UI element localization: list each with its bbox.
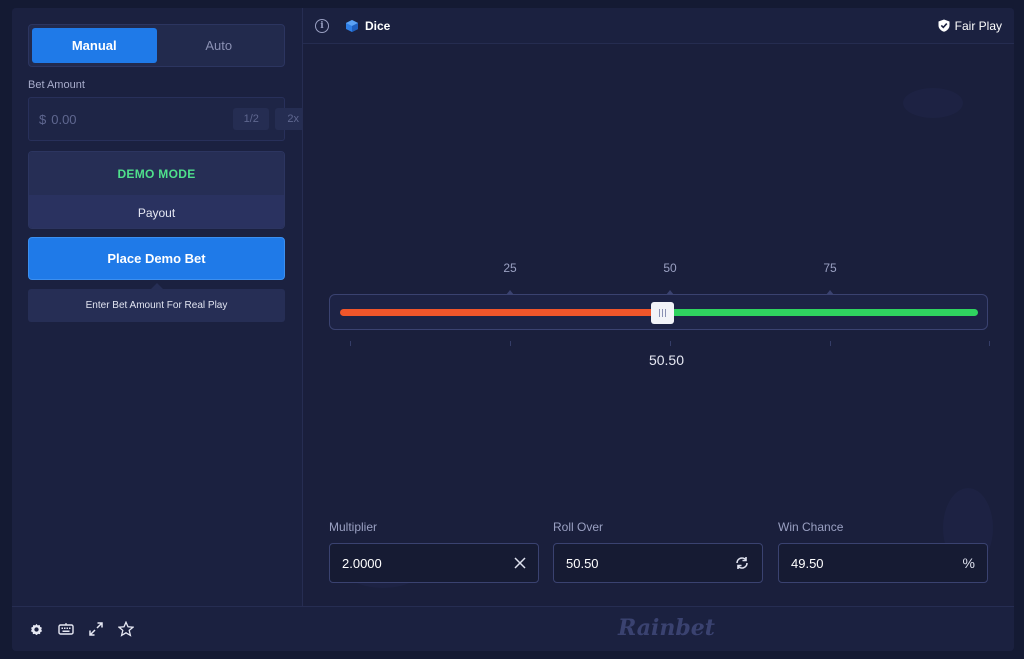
bet-amount-box: $ 1/2 2x — [28, 97, 312, 141]
roll-slider[interactable] — [329, 294, 988, 330]
game-area: i Dice Fair Play 25 50 75 50.50 Multipli… — [303, 8, 1014, 606]
shield-check-icon — [938, 19, 950, 32]
keyboard-icon[interactable] — [58, 621, 74, 637]
fair-play-button[interactable]: Fair Play — [938, 19, 1002, 33]
game-topbar: i Dice Fair Play — [303, 8, 1014, 44]
slider-tick-labels: 25 50 75 — [303, 261, 1014, 281]
background-decoration — [903, 88, 963, 118]
tick-label-50: 50 — [663, 261, 677, 275]
win-chance-input[interactable] — [791, 555, 963, 571]
star-icon[interactable] — [118, 621, 134, 637]
tab-auto[interactable]: Auto — [157, 28, 282, 63]
fair-play-label: Fair Play — [954, 18, 1002, 33]
clear-icon[interactable] — [514, 557, 526, 569]
payout-label: Payout — [29, 195, 284, 228]
demo-mode-label: DEMO MODE — [29, 152, 284, 195]
game-title: Dice — [365, 18, 391, 33]
dice-game-app: Manual Auto Bet Amount $ 1/2 2x DEMO MOD… — [12, 8, 1014, 651]
bet-amount-input[interactable] — [51, 111, 228, 127]
slider-handle[interactable] — [651, 302, 675, 324]
slider-lose-track — [340, 309, 663, 316]
win-chance-field: % — [778, 543, 988, 583]
refresh-icon[interactable] — [734, 555, 750, 571]
tab-manual[interactable]: Manual — [32, 28, 157, 63]
multiplier-label: Multiplier — [329, 520, 378, 534]
settings-icon[interactable] — [28, 621, 44, 637]
game-fields: Multiplier Roll Over — [329, 520, 988, 590]
currency-symbol: $ — [39, 111, 47, 127]
place-demo-bet-button[interactable]: Place Demo Bet — [28, 237, 285, 280]
bet-amount-label: Bet Amount — [28, 79, 85, 91]
win-chance-label: Win Chance — [778, 520, 844, 534]
slider-win-track — [662, 309, 978, 316]
percent-suffix: % — [962, 555, 975, 571]
multiplier-field — [329, 543, 539, 583]
brand-logo: Rainbet — [618, 615, 715, 641]
tick-label-75: 75 — [823, 261, 837, 275]
info-icon[interactable]: i — [315, 18, 329, 33]
demo-mode-card: DEMO MODE Payout — [28, 151, 285, 229]
roll-over-label: Roll Over — [553, 520, 604, 534]
mode-tabs: Manual Auto — [28, 24, 285, 67]
roll-over-field-group: Roll Over — [553, 520, 763, 583]
roll-over-field — [553, 543, 763, 583]
real-play-note: Enter Bet Amount For Real Play — [28, 283, 285, 322]
win-chance-field-group: Win Chance % — [778, 520, 988, 583]
expand-icon[interactable] — [88, 621, 104, 637]
slider-value: 50.50 — [648, 352, 685, 368]
multiplier-input[interactable] — [342, 555, 514, 571]
dice-icon — [346, 19, 358, 32]
tick-label-25: 25 — [503, 261, 517, 275]
multiplier-field-group: Multiplier — [329, 520, 539, 583]
half-bet-button[interactable]: 1/2 — [233, 108, 270, 130]
bottom-toolbar: Rainbet — [12, 606, 1014, 651]
roll-over-input[interactable] — [566, 555, 734, 571]
bet-control-panel: Manual Auto Bet Amount $ 1/2 2x DEMO MOD… — [12, 8, 312, 606]
